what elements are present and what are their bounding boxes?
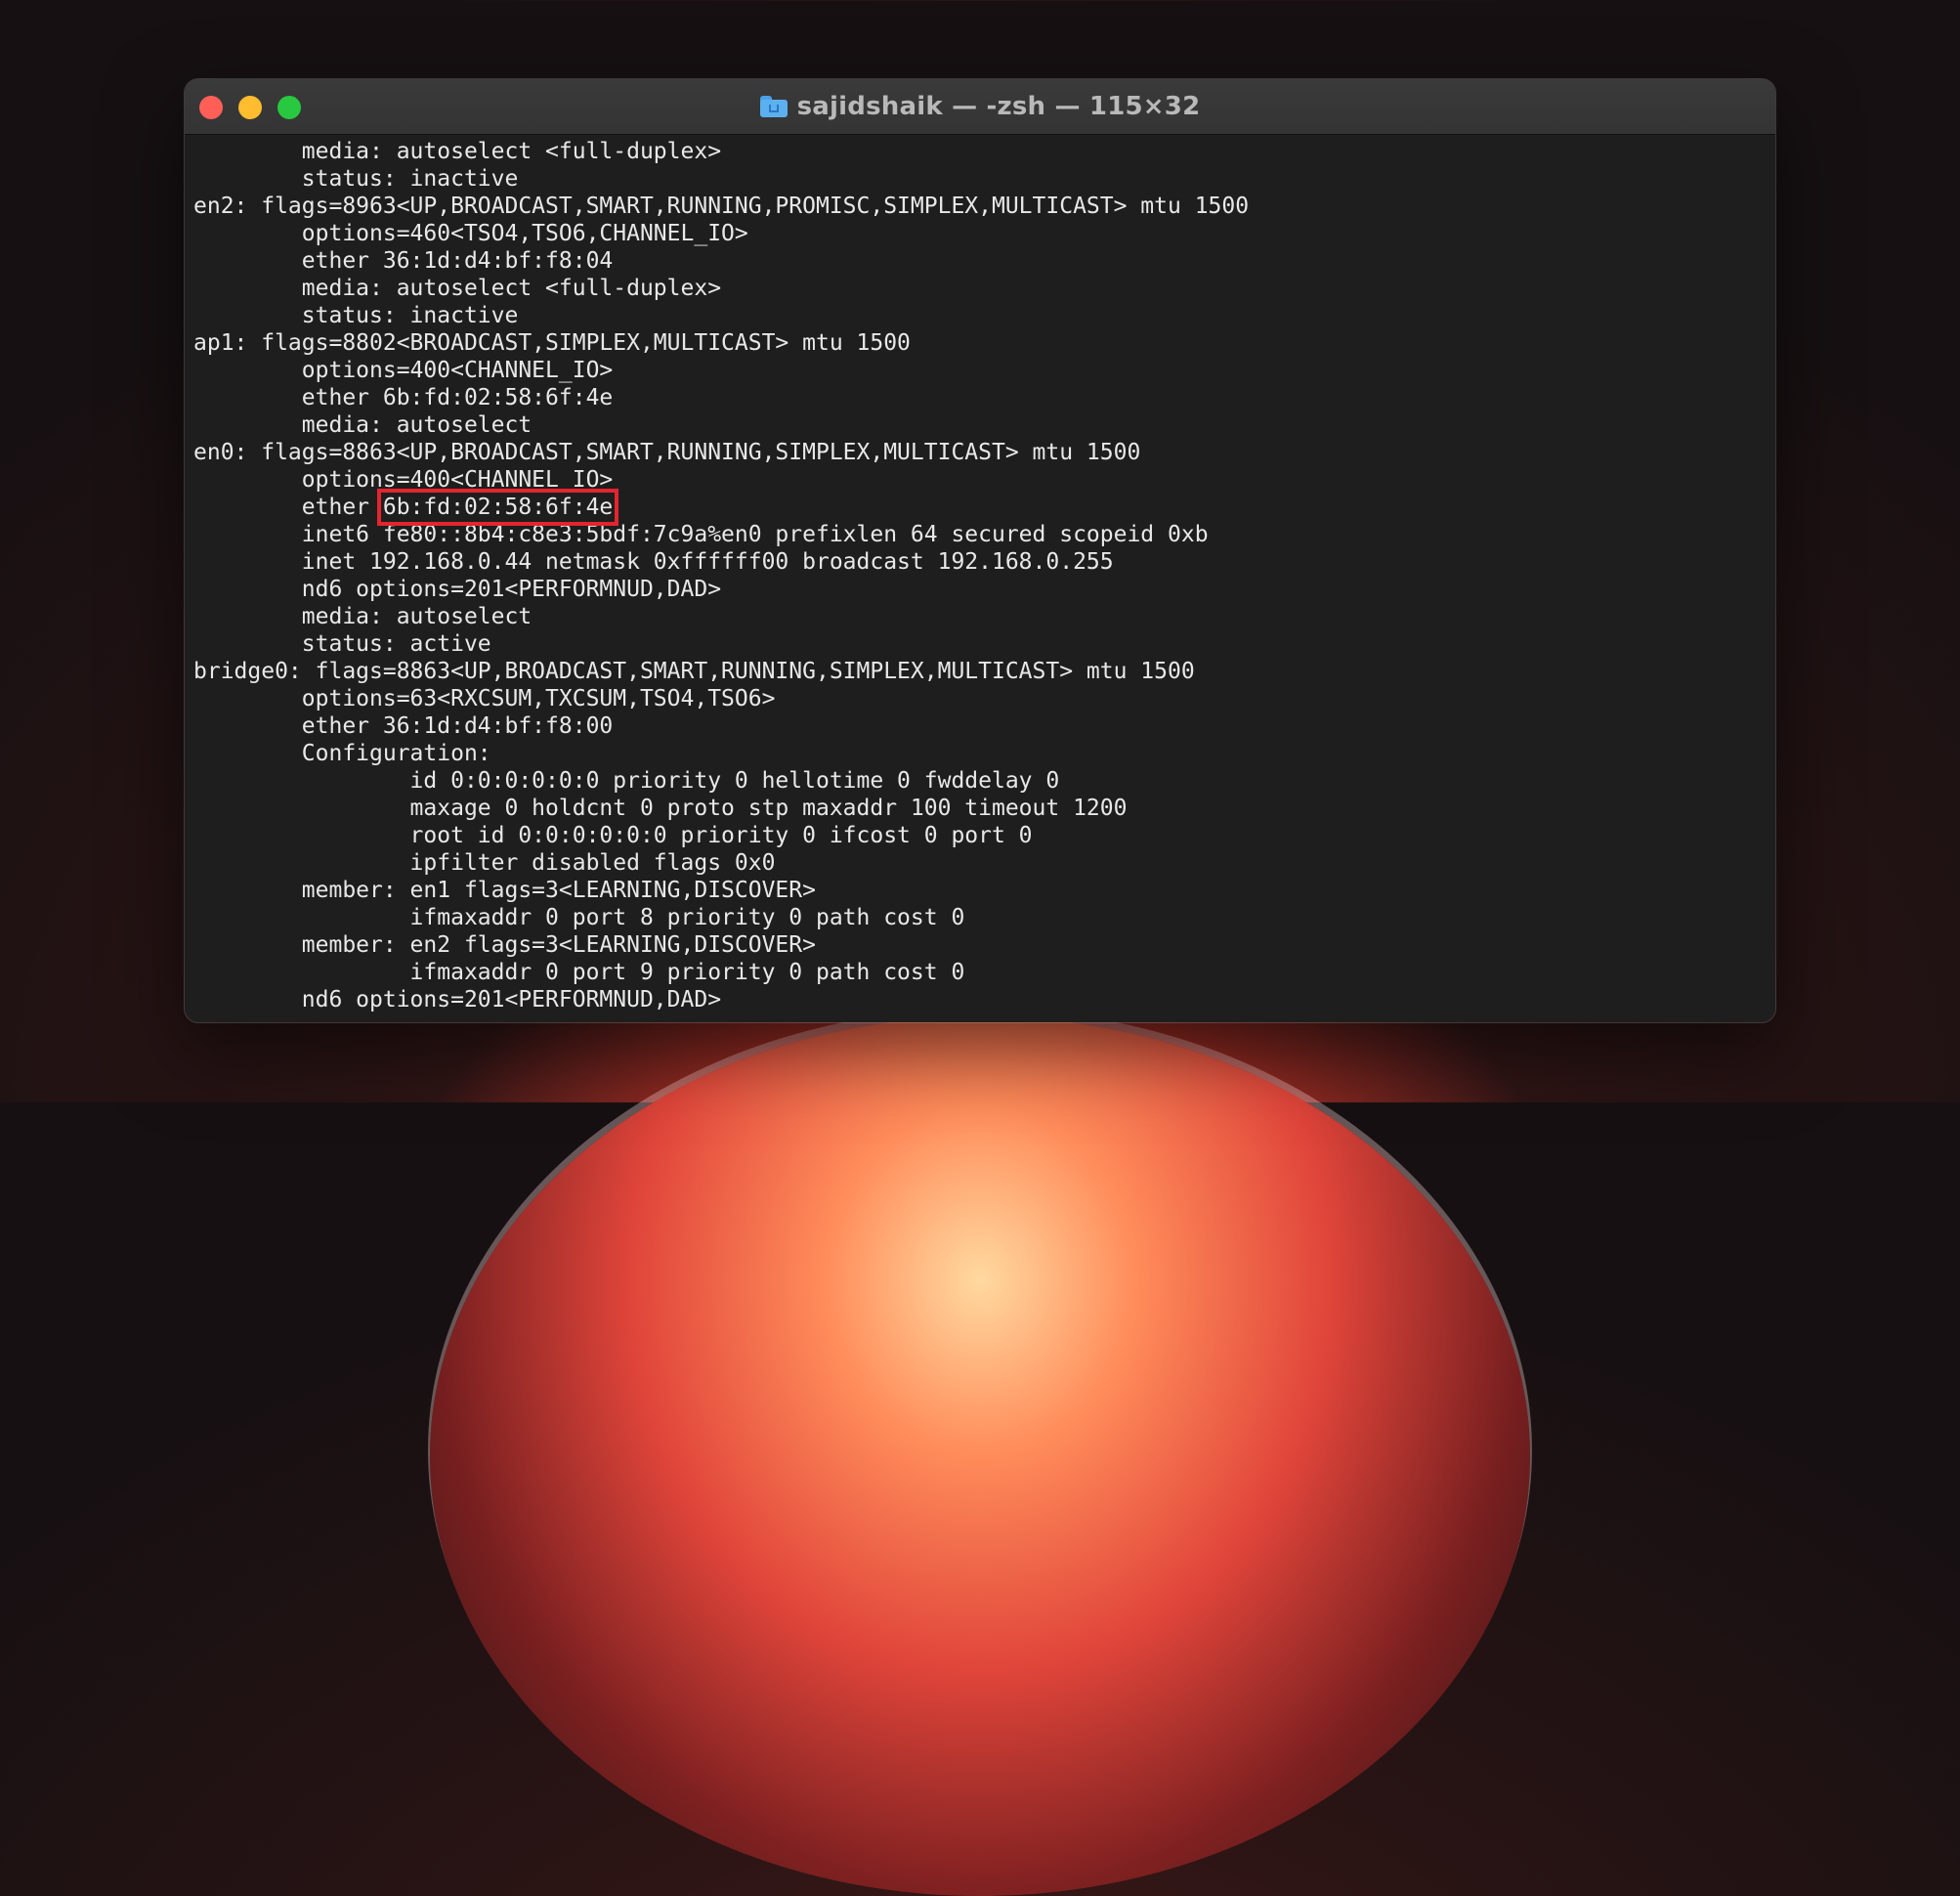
terminal-line: options=400<CHANNEL_IO> [193, 358, 614, 383]
terminal-line: bridge0: flags=8863<UP,BROADCAST,SMART,R… [193, 659, 1195, 684]
window-title: sajidshaik — -zsh — 115×32 [796, 92, 1201, 121]
terminal-line: options=63<RXCSUM,TXCSUM,TSO4,TSO6> [193, 686, 776, 711]
terminal-line: inet6 fe80::8b4:c8e3:5bdf:7c9a%en0 prefi… [193, 522, 1209, 547]
terminal-line: ap1: flags=8802<BROADCAST,SIMPLEX,MULTIC… [193, 330, 911, 356]
title-group: sajidshaik — -zsh — 115×32 [185, 79, 1775, 134]
terminal-line: ether 6b:fd:02:58:6f:4e [193, 489, 1775, 526]
terminal-line: ifmaxaddr 0 port 8 priority 0 path cost … [193, 905, 965, 930]
terminal-line: media: autoselect [193, 604, 533, 629]
terminal-line: media: autoselect [193, 412, 533, 438]
terminal-line: ether 36:1d:d4:bf:f8:00 [193, 713, 614, 739]
terminal-line: media: autoselect <full-duplex> [193, 139, 722, 164]
terminal-line: status: active [193, 631, 491, 657]
terminal-line: member: en1 flags=3<LEARNING,DISCOVER> [193, 878, 816, 903]
folder-home-icon [759, 96, 788, 117]
terminal-line: media: autoselect <full-duplex> [193, 276, 722, 301]
terminal-line: id 0:0:0:0:0:0 priority 0 hellotime 0 fw… [193, 768, 1060, 794]
terminal-line: Configuration: [193, 741, 491, 766]
terminal-output[interactable]: media: autoselect <full-duplex> status: … [193, 138, 1775, 1022]
terminal-line: maxage 0 holdcnt 0 proto stp maxaddr 100… [193, 796, 1128, 821]
terminal-line: en2: flags=8963<UP,BROADCAST,SMART,RUNNI… [193, 194, 1250, 219]
terminal-window[interactable]: sajidshaik — -zsh — 115×32 media: autose… [185, 79, 1775, 1022]
terminal-line: ether 6b:fd:02:58:6f:4e [193, 385, 614, 410]
terminal-line: inet 192.168.0.44 netmask 0xffffff00 bro… [193, 549, 1114, 575]
terminal-line: status: inactive [193, 303, 519, 328]
terminal-line-prefix: ether [193, 495, 383, 520]
wallpaper-orb [430, 1016, 1530, 1896]
highlighted-mac-address: 6b:fd:02:58:6f:4e [376, 489, 619, 526]
terminal-line: nd6 options=201<PERFORMNUD,DAD> [193, 577, 722, 602]
terminal-line: ipfilter disabled flags 0x0 [193, 850, 776, 876]
terminal-line: options=460<TSO4,TSO6,CHANNEL_IO> [193, 221, 748, 246]
terminal-line: ifmaxaddr 0 port 9 priority 0 path cost … [193, 960, 965, 985]
terminal-line: en0: flags=8863<UP,BROADCAST,SMART,RUNNI… [193, 440, 1141, 465]
terminal-line: nd6 options=201<PERFORMNUD,DAD> [193, 987, 722, 1013]
terminal-line: root id 0:0:0:0:0:0 priority 0 ifcost 0 … [193, 823, 1033, 848]
terminal-line: member: en2 flags=3<LEARNING,DISCOVER> [193, 932, 816, 958]
terminal-line: status: inactive [193, 166, 519, 192]
terminal-line: options=400<CHANNEL_IO> [193, 467, 614, 493]
title-bar[interactable]: sajidshaik — -zsh — 115×32 [185, 79, 1775, 135]
terminal-line: ether 36:1d:d4:bf:f8:04 [193, 248, 614, 274]
